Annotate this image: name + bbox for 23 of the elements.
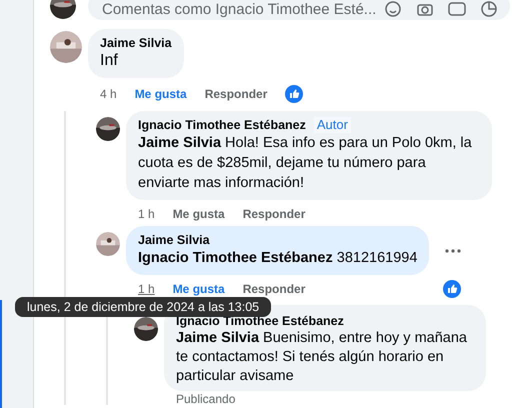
author-name[interactable]: Jaime Silvia xyxy=(138,232,210,248)
author-name[interactable]: Ignacio Timothee Estébanez xyxy=(138,117,306,133)
like-link[interactable]: Me gusta xyxy=(172,207,225,221)
comment-text: Jaime Silvia Hola! Esa info es para un Polo 0km, la cuota es de $285mil, dejame tu número para enviarte mas información! xyxy=(138,134,473,193)
author-name[interactable]: Ignacio Timothee Estébanez xyxy=(176,314,344,329)
time-link[interactable]: 1 h xyxy=(138,207,155,221)
reply-link[interactable]: Responder xyxy=(242,282,306,296)
author-name[interactable]: Jaime Silvia xyxy=(100,35,172,51)
comment-field[interactable]: Comentas como Ignacio Timothee Esté... xyxy=(88,0,510,20)
comment-text: Jaime Silvia Buenisimo, entre hoy y mañana te contactamos! Si tenés algún horario en particular avisame xyxy=(176,329,468,386)
comment-text: Inf xyxy=(100,51,119,71)
smiley-icon[interactable] xyxy=(384,0,402,18)
comment-text: Ignacio Timothee Estébanez 3812161994 xyxy=(138,249,418,268)
time-link[interactable]: 1 h xyxy=(138,282,155,296)
more-icon[interactable] xyxy=(445,248,462,252)
reply-link[interactable]: Responder xyxy=(204,87,268,101)
reply-link[interactable]: Responder xyxy=(242,207,306,221)
author-badge: Autor xyxy=(314,117,351,133)
status-text: Publicando xyxy=(176,393,236,405)
date-tooltip: lunes, 2 de diciembre de 2024 a las 13:05 xyxy=(15,297,272,317)
like-link[interactable]: Me gusta xyxy=(172,282,225,296)
time-link[interactable]: 4 h xyxy=(100,87,117,101)
like-link[interactable]: Me gusta xyxy=(134,87,187,101)
